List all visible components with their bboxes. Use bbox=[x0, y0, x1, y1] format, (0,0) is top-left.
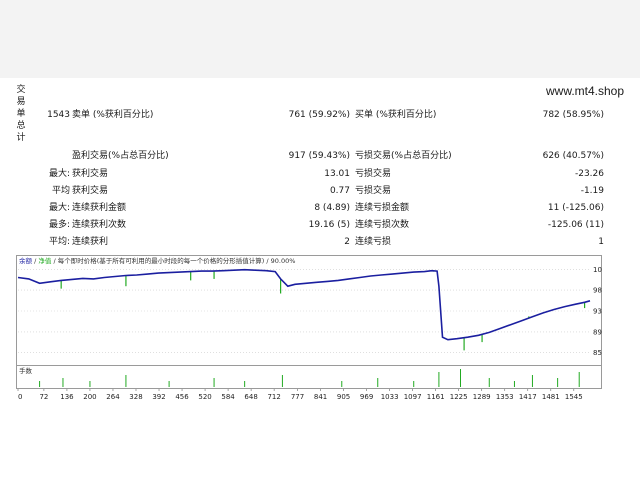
x-tick-label: 1417 bbox=[519, 393, 537, 401]
x-axis: 0 72 136 200 264 328 392 456 520 584 648 712 777 841 9… bbox=[17, 389, 583, 401]
row-label: 连续获利 bbox=[72, 237, 109, 247]
y-tick-label: 854 bbox=[593, 349, 602, 357]
legend-sep: / bbox=[266, 257, 269, 265]
row-label: 盈利交易(%占总百分比) bbox=[72, 151, 169, 161]
row-value: 917 (59.43%) bbox=[288, 151, 350, 161]
row-label: 连续亏损金额 bbox=[355, 203, 410, 213]
row-value: 8 (4.89) bbox=[314, 203, 350, 213]
row-value: -125.06 (11) bbox=[547, 220, 604, 230]
row-value: 1 bbox=[598, 237, 604, 247]
x-tick-label: 1545 bbox=[565, 393, 583, 401]
row-value: 782 (58.95%) bbox=[542, 110, 604, 120]
legend-model: 每个即时价格(基于所有可利用的最小时段的每一个价格的分形插值计算) bbox=[58, 256, 265, 265]
row-prefix: 最多: bbox=[48, 220, 70, 230]
x-tick-label: 1161 bbox=[427, 393, 445, 401]
row-value: 2 bbox=[344, 237, 350, 247]
row-label: 连续亏损次数 bbox=[355, 220, 410, 230]
x-tick-label: 328 bbox=[129, 393, 142, 401]
chart-frame bbox=[16, 255, 602, 389]
x-tick-label: 712 bbox=[267, 393, 280, 401]
row-value: 626 (40.57%) bbox=[542, 151, 604, 161]
legend-balance: 余额 bbox=[19, 256, 33, 265]
site-url: www.mt4.shop bbox=[546, 84, 625, 98]
row-label: 连续获利金额 bbox=[72, 203, 127, 213]
row-label: 亏损交易 bbox=[355, 169, 392, 179]
x-tick-label: 1289 bbox=[473, 393, 491, 401]
row-value: 0.77 bbox=[329, 186, 350, 196]
row-label: 连续获利次数 bbox=[72, 220, 127, 230]
row-value: -23.26 bbox=[574, 169, 604, 179]
legend-sep: / bbox=[34, 257, 37, 265]
x-tick-label: 841 bbox=[314, 393, 327, 401]
x-tick-label: 1481 bbox=[542, 393, 560, 401]
row-prefix: 最大: bbox=[48, 169, 70, 179]
row-prefix: 最大: bbox=[48, 203, 70, 213]
x-tick-label: 648 bbox=[244, 393, 257, 401]
x-tick-label: 969 bbox=[360, 393, 373, 401]
row-label: 买单 (%获利百分比) bbox=[355, 110, 437, 120]
x-tick-label: 905 bbox=[337, 393, 350, 401]
x-tick-label: 1033 bbox=[381, 393, 399, 401]
row-prefix: 平均: bbox=[48, 237, 70, 247]
x-tick-label: 456 bbox=[175, 393, 189, 401]
row-label: 获利交易 bbox=[72, 186, 109, 196]
y-tick-label: 939 bbox=[593, 308, 602, 316]
row-label: 获利交易 bbox=[72, 169, 109, 179]
x-tick-label: 1097 bbox=[404, 393, 422, 401]
legend-equity: 净值 bbox=[38, 256, 52, 265]
x-tick-label: 72 bbox=[39, 393, 48, 401]
equity-chart: 余额 / 净值 / 每个即时价格(基于所有可利用的最小时段的每一个价格的分形插值… bbox=[16, 255, 602, 389]
section-label: 交 易 单 总 计 bbox=[16, 85, 26, 143]
row-value: 19.16 (5) bbox=[308, 220, 350, 230]
row-label: 亏损交易 bbox=[355, 186, 392, 196]
volume-label: 手数 bbox=[19, 366, 33, 375]
x-tick-label: 1353 bbox=[496, 393, 514, 401]
row-label: 卖单 (%获利百分比) bbox=[72, 110, 154, 120]
row-value: 761 (59.92%) bbox=[288, 110, 350, 120]
row-value: 11 (-125.06) bbox=[547, 203, 604, 213]
header-band bbox=[0, 0, 640, 78]
row-value: -1.19 bbox=[580, 186, 604, 196]
x-tick-label: 0 bbox=[18, 393, 22, 401]
x-tick-label: 1225 bbox=[450, 393, 468, 401]
legend-quality: 90.00% bbox=[271, 257, 296, 265]
row-label: 连续亏损 bbox=[355, 237, 392, 247]
y-tick-label: 896 bbox=[593, 328, 602, 336]
x-tick-label: 264 bbox=[106, 393, 120, 401]
row-label: 亏损交易(%占总百分比) bbox=[355, 151, 452, 161]
row-prefix: 平均 bbox=[51, 186, 70, 196]
x-tick-label: 520 bbox=[198, 393, 211, 401]
x-tick-label: 200 bbox=[83, 393, 96, 401]
x-tick-label: 392 bbox=[152, 393, 165, 401]
y-tick-label: 982 bbox=[593, 287, 602, 295]
x-tick-label: 136 bbox=[60, 393, 74, 401]
row-value: 13.01 bbox=[324, 169, 350, 179]
legend-sep: / bbox=[53, 257, 56, 265]
chart-legend: 余额 / 净值 / 每个即时价格(基于所有可利用的最小时段的每一个价格的分形插值… bbox=[19, 256, 295, 265]
x-tick-label: 777 bbox=[291, 393, 304, 401]
total-trades: 1543 bbox=[47, 110, 70, 120]
x-tick-label: 584 bbox=[221, 393, 235, 401]
y-tick-label: 1024 bbox=[593, 266, 602, 274]
